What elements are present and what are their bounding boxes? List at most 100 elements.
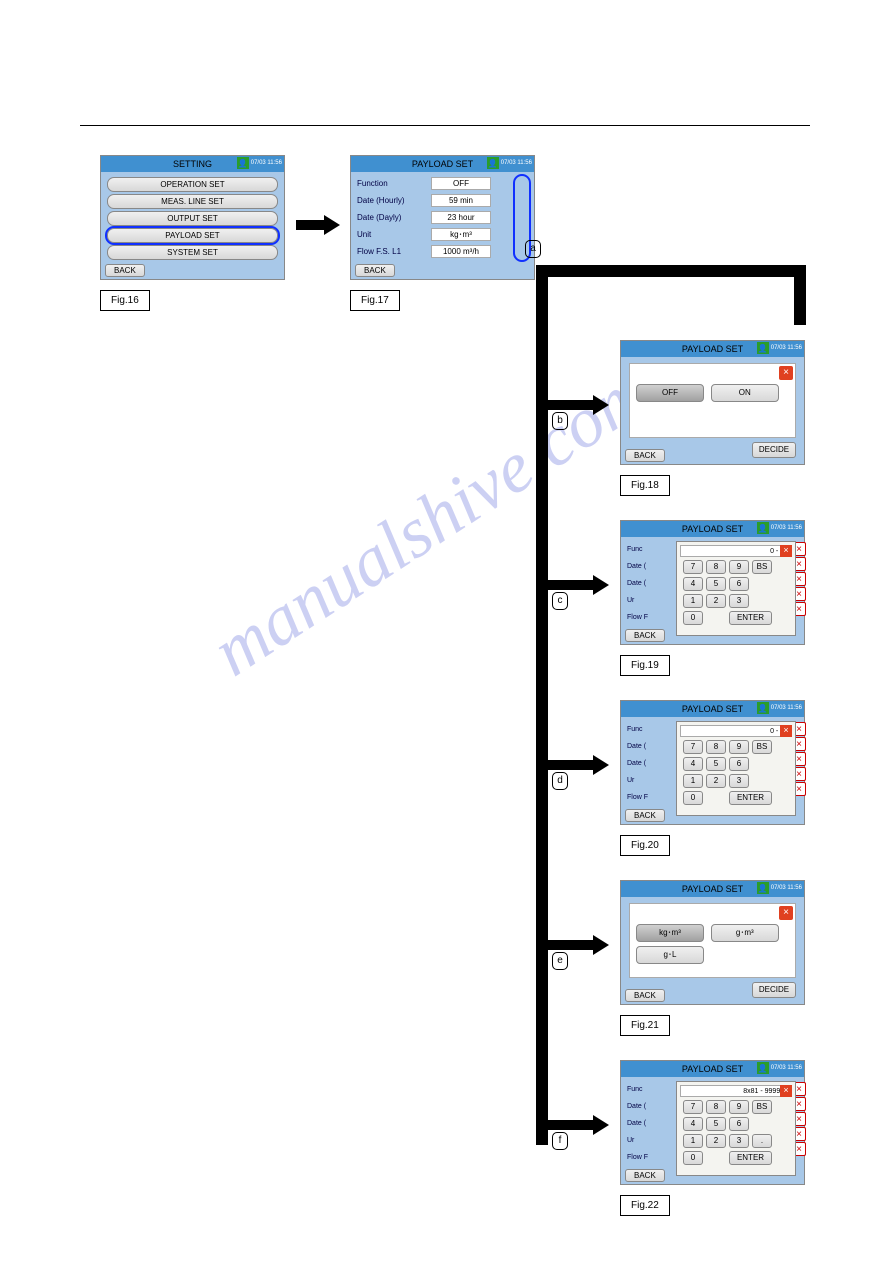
kp-close-icon[interactable]: × <box>780 545 792 557</box>
menu-meas-line-set[interactable]: MEAS. LINE SET <box>107 194 278 209</box>
screen-fig22: PAYLOAD SET👤07/03 11:56 FuncDate (Date (… <box>620 1060 805 1185</box>
title-text: PAYLOAD SET <box>682 524 743 534</box>
arrow-1-head <box>324 215 340 235</box>
key-enter[interactable]: ENTER <box>729 791 772 805</box>
branch-e-head <box>593 935 609 955</box>
titlebar-fig19: PAYLOAD SET👤07/03 11:56 <box>621 521 804 537</box>
key-0[interactable]: 0 <box>683 611 703 625</box>
fig17-label: Fig.17 <box>350 290 400 311</box>
menu-system-set[interactable]: SYSTEM SET <box>107 245 278 260</box>
marker-f: f <box>552 1132 568 1150</box>
option-off[interactable]: OFF <box>636 384 704 402</box>
key-5[interactable]: 5 <box>706 577 726 591</box>
fig18-label: Fig.18 <box>620 475 670 496</box>
marker-b: b <box>552 412 568 430</box>
marker-c: c <box>552 592 568 610</box>
decide-button[interactable]: DECIDE <box>752 982 796 998</box>
fig21-label: Fig.21 <box>620 1015 670 1036</box>
key-9[interactable]: 9 <box>729 560 749 574</box>
key-3[interactable]: 3 <box>729 774 749 788</box>
menu-output-set[interactable]: OUTPUT SET <box>107 211 278 226</box>
back-button[interactable]: BACK <box>625 989 665 1002</box>
row-hourly-val[interactable]: 59 min <box>431 194 491 207</box>
back-button[interactable]: BACK <box>625 809 665 822</box>
back-button[interactable]: BACK <box>625 1169 665 1182</box>
user-icon: 👤 <box>757 702 769 714</box>
page: manualshive.com SETTING 👤 07/03 11:56 OP… <box>0 0 893 1263</box>
key-bs[interactable]: BS <box>752 560 772 574</box>
key-7[interactable]: 7 <box>683 560 703 574</box>
key-6[interactable]: 6 <box>729 1117 749 1131</box>
key-dot[interactable]: . <box>752 1134 772 1148</box>
option-gl[interactable]: g･L <box>636 946 704 964</box>
branch-d <box>548 760 593 770</box>
key-7[interactable]: 7 <box>683 1100 703 1114</box>
key-8[interactable]: 8 <box>706 560 726 574</box>
row-function-val[interactable]: OFF <box>431 177 491 190</box>
arrow-1 <box>296 220 324 230</box>
row-daily-val[interactable]: 23 hour <box>431 211 491 224</box>
key-2[interactable]: 2 <box>706 774 726 788</box>
user-icon: 👤 <box>757 1062 769 1074</box>
key-5[interactable]: 5 <box>706 757 726 771</box>
option-gm3[interactable]: g･m³ <box>711 924 779 942</box>
date: 07/03 11:56 <box>251 160 282 167</box>
key-3[interactable]: 3 <box>729 594 749 608</box>
key-8[interactable]: 8 <box>706 1100 726 1114</box>
row-unit-val[interactable]: kg･m³ <box>431 228 491 241</box>
branch-e <box>548 940 593 950</box>
key-6[interactable]: 6 <box>729 757 749 771</box>
back-button[interactable]: BACK <box>625 629 665 642</box>
user-icon: 👤 <box>757 522 769 534</box>
option-on[interactable]: ON <box>711 384 779 402</box>
key-1[interactable]: 1 <box>683 774 703 788</box>
key-bs[interactable]: BS <box>752 740 772 754</box>
back-button[interactable]: BACK <box>355 264 395 277</box>
keypad: 8x81 - 999999 × 7 8 9 BS 4 5 6 1 2 3 . 0… <box>676 1081 796 1176</box>
kp-close-icon[interactable]: × <box>780 1085 792 1097</box>
key-2[interactable]: 2 <box>706 1134 726 1148</box>
fig22-label: Fig.22 <box>620 1195 670 1216</box>
key-7[interactable]: 7 <box>683 740 703 754</box>
screen-payload-set: PAYLOAD SET 👤07/03 11:56 FunctionOFF Dat… <box>350 155 535 280</box>
close-icon[interactable]: × <box>779 906 793 920</box>
branch-b-head <box>593 395 609 415</box>
key-4[interactable]: 4 <box>683 757 703 771</box>
decide-button[interactable]: DECIDE <box>752 442 796 458</box>
back-button[interactable]: BACK <box>105 264 145 277</box>
key-9[interactable]: 9 <box>729 1100 749 1114</box>
titlebar-fig22: PAYLOAD SET👤07/03 11:56 <box>621 1061 804 1077</box>
key-0[interactable]: 0 <box>683 1151 703 1165</box>
branch-f <box>548 1120 593 1130</box>
user-icon: 👤 <box>237 157 249 169</box>
key-enter[interactable]: ENTER <box>729 1151 772 1165</box>
row-daily-label: Date (Dayly) <box>357 213 427 222</box>
key-4[interactable]: 4 <box>683 577 703 591</box>
marker-d: d <box>552 772 568 790</box>
key-5[interactable]: 5 <box>706 1117 726 1131</box>
menu-operation-set[interactable]: OPERATION SET <box>107 177 278 192</box>
key-bs[interactable]: BS <box>752 1100 772 1114</box>
titlebar-setting: SETTING 👤 07/03 11:56 <box>101 156 284 172</box>
key-8[interactable]: 8 <box>706 740 726 754</box>
row-flow-val[interactable]: 1000 m³/h <box>431 245 491 258</box>
key-3[interactable]: 3 <box>729 1134 749 1148</box>
key-0[interactable]: 0 <box>683 791 703 805</box>
key-enter[interactable]: ENTER <box>729 611 772 625</box>
key-1[interactable]: 1 <box>683 1134 703 1148</box>
key-1[interactable]: 1 <box>683 594 703 608</box>
key-2[interactable]: 2 <box>706 594 726 608</box>
marker-e: e <box>552 952 568 970</box>
key-6[interactable]: 6 <box>729 577 749 591</box>
kp-close-icon[interactable]: × <box>780 725 792 737</box>
close-icon[interactable]: × <box>779 366 793 380</box>
dialog: × OFF ON <box>629 363 796 438</box>
title-text: PAYLOAD SET <box>682 1064 743 1074</box>
option-kgm3[interactable]: kg･m³ <box>636 924 704 942</box>
key-4[interactable]: 4 <box>683 1117 703 1131</box>
key-9[interactable]: 9 <box>729 740 749 754</box>
title-text: PAYLOAD SET <box>682 344 743 354</box>
kp-display: 8x81 - 999999 <box>680 1085 792 1097</box>
menu-payload-set[interactable]: PAYLOAD SET <box>107 228 278 243</box>
back-button[interactable]: BACK <box>625 449 665 462</box>
